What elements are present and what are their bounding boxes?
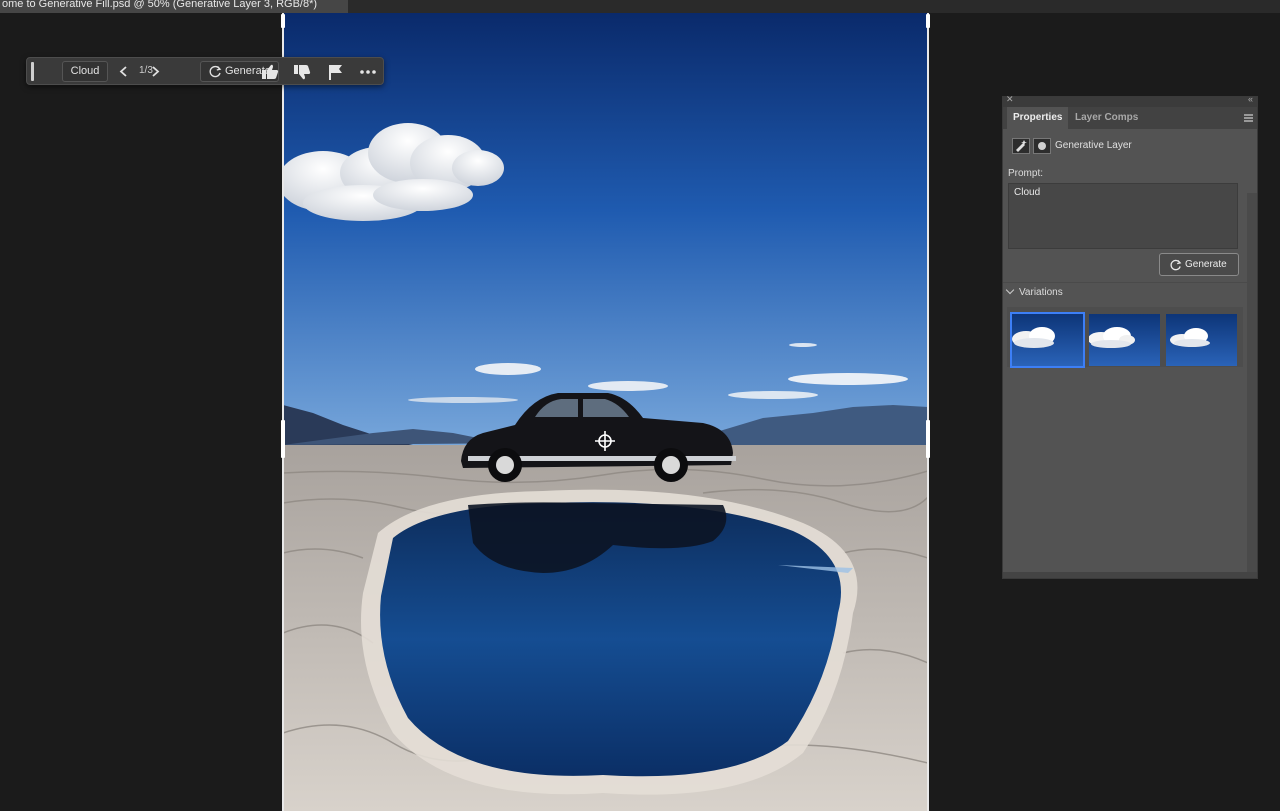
prompt-chip[interactable]: Cloud (62, 61, 108, 82)
divider (1003, 282, 1257, 283)
close-icon[interactable]: ✕ (1006, 94, 1014, 105)
variation-thumbnail[interactable] (1166, 314, 1237, 366)
panel-footer (1003, 572, 1257, 578)
transform-handle[interactable] (926, 420, 930, 458)
prompt-heading: Prompt: (1008, 168, 1044, 179)
prompt-textarea[interactable]: Cloud (1008, 183, 1238, 249)
chevron-down-icon (1005, 285, 1015, 295)
chevron-left-icon[interactable] (116, 62, 132, 81)
collapse-icon[interactable]: « (1248, 94, 1253, 104)
chevron-right-icon[interactable] (147, 62, 163, 81)
variations-label: Variations (1019, 287, 1063, 298)
thumbs-up-icon[interactable] (259, 62, 281, 82)
variation-thumbnail[interactable] (1010, 312, 1085, 368)
refresh-icon (209, 65, 222, 78)
properties-panel: ✕ « Properties Layer Comps Generative La… (1002, 94, 1258, 579)
generate-button-label: Generate (1185, 259, 1227, 270)
canvas-right-edge (927, 13, 929, 811)
tab-properties[interactable]: Properties (1007, 107, 1069, 129)
variation-thumbnail[interactable] (1089, 314, 1160, 366)
canvas-left-edge (282, 13, 284, 811)
layer-type-label: Generative Layer (1055, 140, 1132, 151)
document-canvas[interactable] (283, 13, 928, 811)
tab-layer-comps[interactable]: Layer Comps (1069, 107, 1144, 129)
more-icon[interactable] (357, 62, 379, 82)
panel-scrollbar[interactable] (1247, 193, 1257, 577)
panel-title-bar[interactable]: ✕ « (1003, 94, 1257, 107)
flag-icon[interactable] (325, 62, 347, 82)
contextual-task-bar: Cloud 1/3 Generate (26, 57, 384, 85)
refresh-icon (1170, 259, 1182, 271)
panel-tab-bar: Properties Layer Comps (1003, 107, 1257, 129)
variations-heading[interactable]: Variations (1005, 285, 1063, 298)
generative-layer-icon (1012, 138, 1030, 154)
variations-grid (1007, 307, 1243, 368)
transform-handle[interactable] (926, 14, 930, 28)
panel-menu-icon[interactable] (1244, 114, 1253, 122)
task-bar-grip[interactable] (31, 62, 34, 81)
generate-button[interactable]: Generate (1159, 253, 1239, 276)
thumbs-down-icon[interactable] (291, 62, 313, 82)
photoshop-window: ome to Generative Fill.psd @ 50% (Genera… (0, 0, 1280, 811)
transform-handle[interactable] (281, 14, 285, 28)
document-tab[interactable]: ome to Generative Fill.psd @ 50% (Genera… (0, 0, 348, 13)
transform-handle[interactable] (281, 420, 285, 458)
mask-icon (1033, 138, 1051, 154)
canvas-image (283, 13, 928, 811)
document-tab-bar: ome to Generative Fill.psd @ 50% (Genera… (0, 0, 1280, 13)
